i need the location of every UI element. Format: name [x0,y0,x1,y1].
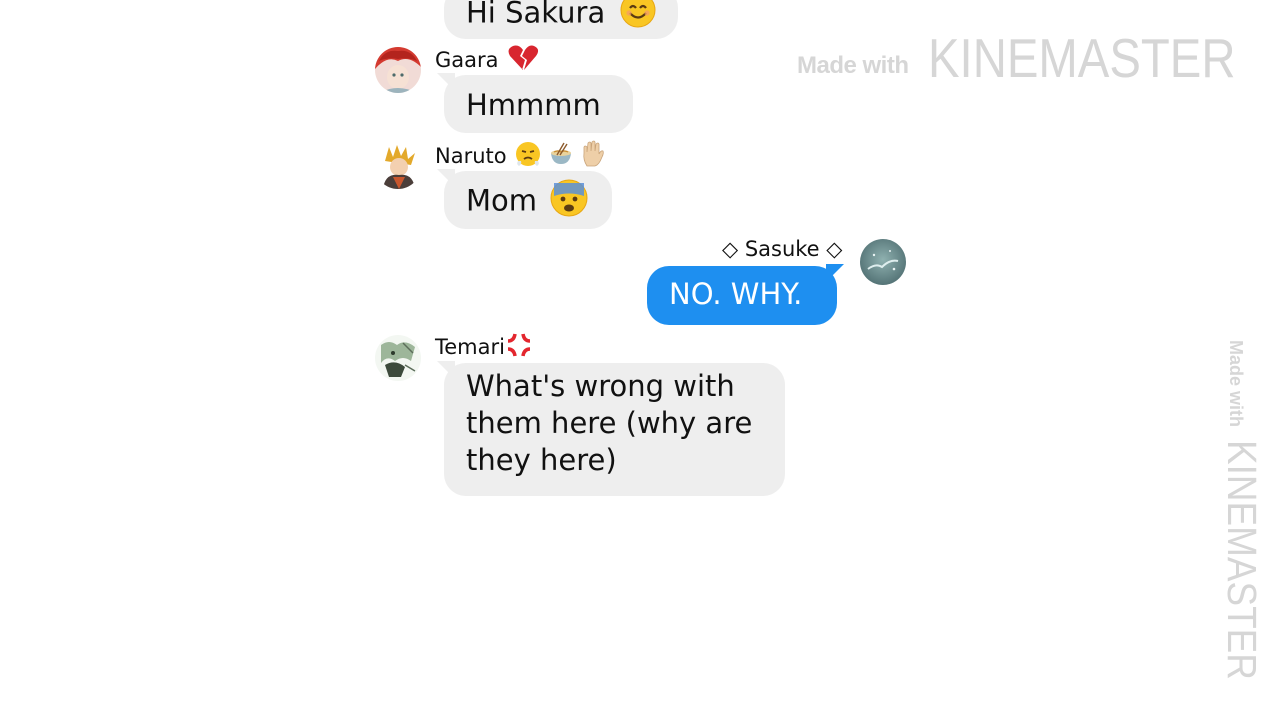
watermark-prefix: Made with [1226,340,1246,428]
avatar-gaara[interactable] [375,47,421,93]
sender-name-sasuke: ◇ Sasuke ◇ [722,237,843,261]
avatar-naruto[interactable] [375,143,421,189]
message-text: NO. WHY. [669,277,803,311]
ramen-bowl-icon [548,141,574,173]
message-bubble-hmmmm[interactable]: Hmmmm [437,73,633,133]
smiling-face-icon [620,0,656,37]
sender-name-naruto: Naruto [435,140,605,174]
message-bubble-mom[interactable]: Mom [437,169,612,229]
message-bubble-whats-wrong[interactable]: What's wrong with them here (why are the… [437,361,785,496]
message-text-line: them here (why are [466,406,753,440]
broken-heart-icon [507,44,539,78]
watermark-side: Made with KINEMASTER [1219,340,1265,700]
message-text-line: they here) [466,443,617,477]
watermark-prefix: Made with [797,52,909,79]
message-text: Hi Sakura [466,0,606,30]
sender-name-gaara: Gaara [435,44,539,78]
face-with-steam-icon [515,141,541,173]
anger-symbol-icon [505,331,533,365]
anxious-face-icon [550,179,588,226]
raised-hand-icon [581,140,605,174]
message-bubble-hi-sakura[interactable]: Hi Sakura [444,0,678,39]
message-text: Mom [466,183,538,218]
message-bubble-no-why[interactable]: NO. WHY. [647,264,844,325]
watermark-brand: KINEMASTER [928,27,1236,89]
avatar-temari[interactable] [375,335,421,381]
watermark-brand: KINEMASTER [1219,440,1265,680]
chat-screen: Hi Sakura Gaara Hmmmm Naruto Mom ◇ Sasuk… [0,0,1280,720]
sender-name-temari: Temari [435,331,533,365]
message-text: Hmmmm [466,88,601,122]
avatar-sasuke[interactable] [860,239,906,285]
watermark-top: Made with KINEMASTER [797,28,1247,88]
message-text-line: What's wrong with [466,369,735,403]
